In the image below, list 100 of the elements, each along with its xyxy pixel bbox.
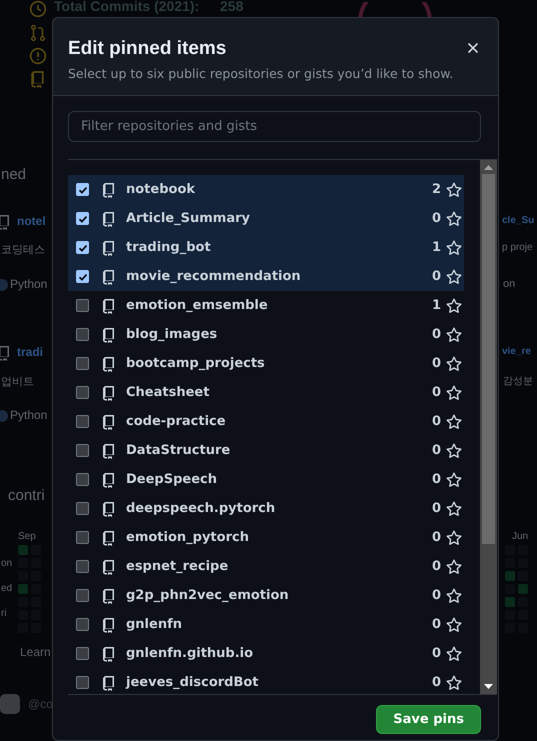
checkbox[interactable]: [76, 647, 89, 660]
language-label: Python: [10, 408, 48, 422]
repository-name: bootcamp_projects: [126, 356, 266, 371]
checkbox[interactable]: [76, 183, 89, 196]
repository-row[interactable]: emotion_emsemble 1: [68, 291, 464, 320]
repository-row[interactable]: Cheatsheet 0: [68, 378, 464, 407]
star-icon: [446, 384, 462, 400]
repository-name: notebook: [126, 182, 196, 197]
repository-name: g2p_phn2vec_emotion: [126, 588, 290, 603]
repository-name: DeepSpeech: [126, 472, 218, 487]
repo-icon: [101, 326, 117, 342]
pull-request-icon: [29, 24, 47, 42]
star-icon: [446, 182, 462, 198]
scrollbar-thumb[interactable]: [482, 174, 495, 544]
star-icon: [446, 414, 462, 430]
language-label: on: [503, 278, 516, 290]
repository-row[interactable]: movie_recommendation 0: [68, 262, 464, 291]
checkbox[interactable]: [76, 444, 89, 457]
checkmark-icon: [78, 242, 88, 252]
repository-row[interactable]: blog_images 0: [68, 320, 464, 349]
repository-name: gnlenfn.github.io: [126, 646, 254, 661]
repository-row[interactable]: bootcamp_projects 0: [68, 349, 464, 378]
section-heading: ned: [1, 166, 26, 183]
repo-description: p proje: [502, 242, 533, 253]
checkbox[interactable]: [76, 357, 89, 370]
checkmark-icon: [78, 214, 88, 224]
checkmark-icon: [78, 184, 88, 194]
star-count: 1: [432, 298, 441, 313]
repository-row[interactable]: deepspeech.pytorch 0: [68, 494, 464, 523]
scrollbar[interactable]: [480, 160, 497, 694]
checkbox[interactable]: [76, 386, 89, 399]
repository-name: espnet_recipe: [126, 559, 230, 574]
checkbox[interactable]: [76, 212, 89, 225]
repository-name: deepspeech.pytorch: [126, 501, 276, 516]
star-count: 0: [432, 356, 441, 371]
checkbox[interactable]: [76, 328, 89, 341]
star-count: 0: [432, 472, 441, 487]
checkbox[interactable]: [76, 560, 89, 573]
star-icon: [446, 240, 462, 256]
star-icon: [446, 442, 462, 458]
repository-row[interactable]: trading_bot 1: [68, 233, 464, 262]
checkbox[interactable]: [76, 502, 89, 515]
repo-description: 코딩테스: [1, 243, 45, 257]
checkbox[interactable]: [76, 589, 89, 602]
star-icon: [446, 616, 462, 632]
repo-icon: [101, 356, 117, 372]
repo-description: 업비트: [1, 375, 34, 389]
section-heading: contri: [8, 487, 45, 504]
checkbox[interactable]: [76, 618, 89, 631]
filter-field[interactable]: Filter repositories and gists: [68, 111, 481, 142]
star-icon: [446, 646, 462, 662]
repository-row[interactable]: espnet_recipe 0: [68, 552, 464, 581]
repository-row[interactable]: jeeves_discordBot 0: [68, 668, 464, 697]
repo-icon: [101, 674, 117, 690]
repository-name: gnlenfn: [126, 617, 183, 632]
star-count: 0: [432, 443, 441, 458]
repository-name: DataStructure: [126, 443, 232, 458]
weekday-label: ed: [1, 583, 12, 594]
alert-icon: [29, 47, 47, 65]
organization-avatar: [0, 694, 20, 714]
repository-name: emotion_emsemble: [126, 298, 269, 313]
repo-icon: [101, 588, 117, 604]
repository-row[interactable]: code-practice 0: [68, 407, 464, 436]
repository-row[interactable]: notebook 2: [68, 175, 464, 204]
repository-row[interactable]: Article_Summary 0: [68, 204, 464, 233]
star-icon: [446, 588, 462, 604]
repo-icon: [101, 558, 117, 574]
close-icon: [467, 42, 479, 54]
scroll-up-icon: [484, 165, 493, 170]
checkbox[interactable]: [76, 241, 89, 254]
repository-row[interactable]: gnlenfn.github.io 0: [68, 639, 464, 668]
repo-icon: [101, 298, 117, 314]
language-label: Python: [10, 277, 48, 291]
repository-name: code-practice: [126, 414, 227, 429]
star-icon: [446, 530, 462, 546]
repository-row[interactable]: g2p_phn2vec_emotion 0: [68, 581, 464, 610]
checkbox[interactable]: [76, 299, 89, 312]
star-icon: [446, 298, 462, 314]
star-icon: [446, 356, 462, 372]
checkbox[interactable]: [76, 531, 89, 544]
repository-row[interactable]: emotion_pytorch 0: [68, 523, 464, 552]
star-icon: [446, 500, 462, 516]
checkbox[interactable]: [76, 415, 89, 428]
month-label: Jun: [512, 531, 528, 542]
repository-name: Article_Summary: [126, 211, 251, 226]
month-label: Sep: [18, 531, 36, 542]
save-pins-button[interactable]: Save pins: [376, 705, 481, 734]
checkbox[interactable]: [76, 473, 89, 486]
star-icon: [446, 558, 462, 574]
star-count: 0: [432, 559, 441, 574]
repo-icon: [101, 442, 117, 458]
checkbox[interactable]: [76, 270, 89, 283]
repository-row[interactable]: DeepSpeech 0: [68, 465, 464, 494]
star-count: 1: [432, 240, 441, 255]
checkbox[interactable]: [76, 676, 89, 689]
repository-row[interactable]: DataStructure 0: [68, 436, 464, 465]
repo-icon: [0, 214, 12, 230]
repo-icon: [101, 210, 117, 226]
repository-row[interactable]: gnlenfn 0: [68, 610, 464, 639]
repository-name: blog_images: [126, 327, 218, 342]
